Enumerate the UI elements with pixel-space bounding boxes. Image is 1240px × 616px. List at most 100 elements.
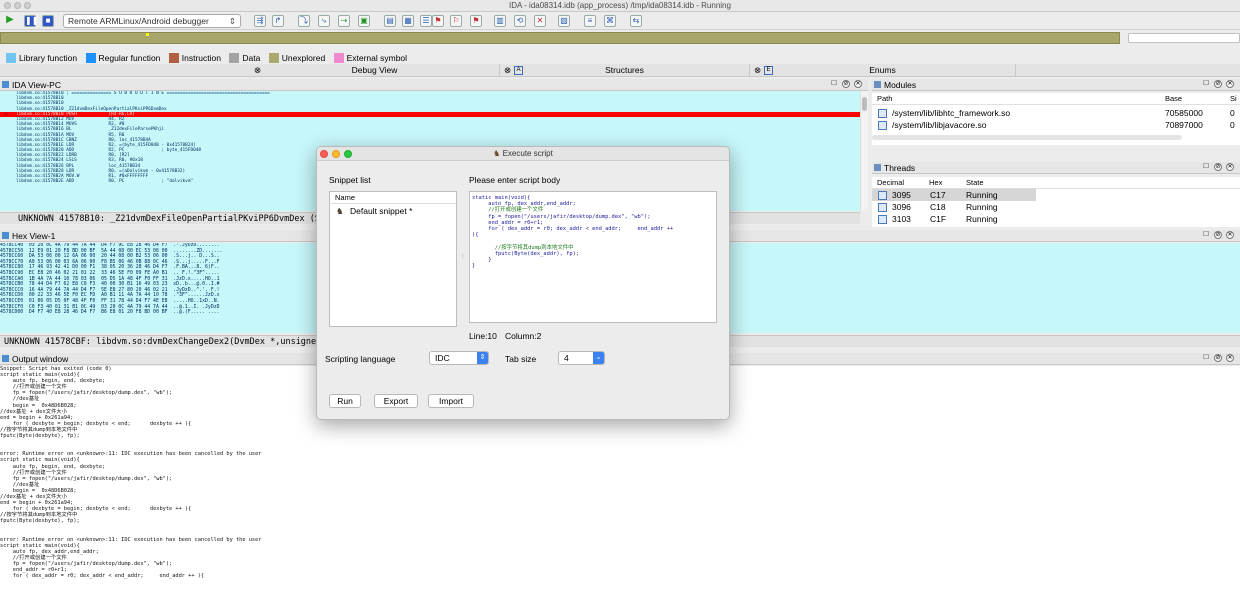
tab-close-icon[interactable]: ⊗ — [754, 64, 761, 77]
script-body-label: Please enter script body — [469, 175, 561, 185]
tab-close-icon[interactable]: ⊗ — [254, 64, 261, 77]
modules-hscrollbar[interactable] — [872, 135, 1182, 140]
close-panel-icon[interactable]: ✕ — [854, 80, 862, 88]
tab-size-value: 4 — [564, 353, 569, 363]
ida-icon: ♞ — [493, 149, 501, 158]
step-over-icon[interactable]: ⤷ — [318, 15, 330, 27]
thread-icon — [878, 215, 887, 224]
legend-swatch-library-function — [6, 53, 16, 63]
pause-process-icon[interactable]: ❚❚ — [24, 15, 38, 27]
tab-enums[interactable]: ⊗ E Enums — [750, 64, 1016, 77]
script-editor[interactable]: static main(void){ auto fp, dex_addr,end… — [469, 191, 717, 323]
splitter-handle[interactable]: ⁝ — [459, 253, 467, 260]
float-panel-icon[interactable]: ⊘ — [1214, 231, 1222, 239]
debugger-select[interactable]: Remote ARMLinux/Android debugger ⇕ — [63, 14, 241, 28]
column-header-hex[interactable]: Hex — [929, 177, 942, 189]
trace-instruction-icon[interactable]: ⚐ — [450, 15, 462, 27]
tab-size-label: Tab size — [505, 354, 537, 364]
legend-swatch-external-symbol — [333, 53, 344, 63]
debug-view-icon[interactable]: ▤ — [384, 15, 396, 27]
trace-function-icon[interactable]: ⚑ — [470, 15, 482, 27]
clear-trace-icon[interactable]: ✕ — [534, 15, 546, 27]
column-header-size[interactable]: Si — [1230, 93, 1237, 105]
main-toolbar: ▶ ❚❚ ■ Remote ARMLinux/Android debugger ⇕… — [0, 12, 1240, 30]
module-path: /system/lib/libhtc_framework.so — [892, 108, 1011, 118]
snippet-list[interactable]: Name ♞ Default snippet * — [329, 191, 457, 327]
run-to-cursor-icon[interactable]: ⇢ — [338, 15, 350, 27]
graph-icon[interactable]: ⌘ — [604, 15, 616, 27]
tab-size-select[interactable]: 4 ⌄ — [558, 351, 605, 365]
jump-icon[interactable]: ⇆ — [630, 15, 642, 27]
script-line[interactable]: } — [472, 263, 714, 269]
close-panel-icon[interactable]: ✕ — [1226, 231, 1234, 239]
chevron-down-icon: ⌄ — [593, 352, 604, 364]
modules-panel: Modules □ ⊘ ✕ — [872, 79, 1240, 91]
close-panel-icon[interactable]: ✕ — [1226, 163, 1234, 171]
export-button[interactable]: Export — [374, 394, 418, 408]
import-button[interactable]: Import — [428, 394, 474, 408]
start-process-icon[interactable]: ▶ — [4, 15, 16, 27]
threads-header-row: Decimal Hex State — [872, 177, 1240, 189]
float-panel-icon[interactable]: ⊘ — [1214, 80, 1222, 88]
snippet-column-header[interactable]: Name — [330, 192, 456, 204]
navigation-address-field[interactable] — [1128, 33, 1240, 43]
stack-trace-icon[interactable]: ⟲ — [514, 15, 526, 27]
dialog-zoom-button[interactable] — [344, 150, 352, 158]
table-row[interactable]: 3095 C17 Running — [872, 189, 1036, 201]
restore-panel-icon[interactable]: □ — [1202, 353, 1210, 362]
snippet-list-label: Snippet list — [329, 175, 371, 185]
attach-process-icon[interactable]: ⇶ — [254, 15, 266, 27]
table-row[interactable]: 3096 C18 Running — [872, 201, 1240, 213]
float-panel-icon[interactable]: ⊘ — [1214, 163, 1222, 171]
table-row[interactable]: /system/lib/libhtc_framework.so 70585000… — [872, 107, 1240, 119]
select-arrows-icon: ⇕ — [477, 352, 488, 364]
ida-scrollbar[interactable] — [860, 91, 868, 211]
column-header-state[interactable]: State — [966, 177, 984, 189]
tab-debug-view[interactable]: ⊗ Debug View — [250, 64, 500, 77]
step-out-icon[interactable]: ▣ — [358, 15, 370, 27]
cursor-line-label: Line:10 — [469, 331, 497, 341]
thread-decimal: 3103 — [892, 214, 911, 224]
window-title: IDA - ida08314.idb (app_process) /tmp/id… — [509, 1, 731, 10]
trace-window-icon[interactable]: ▥ — [494, 15, 506, 27]
dialog-minimize-button[interactable] — [332, 150, 340, 158]
legend-swatch-regular-function — [85, 53, 96, 63]
tab-close-icon[interactable]: ⊗ — [504, 64, 511, 77]
close-panel-icon[interactable]: ✕ — [1226, 354, 1234, 362]
thread-hex: C18 — [930, 202, 946, 212]
threads-title: Threads — [884, 163, 916, 173]
breakpoints-icon[interactable]: ▦ — [402, 15, 414, 27]
run-button[interactable]: Run — [329, 394, 361, 408]
restore-panel-icon[interactable]: □ — [1202, 230, 1210, 239]
thread-icon — [878, 191, 887, 200]
detach-process-icon[interactable]: ↱ — [272, 15, 284, 27]
segments-icon[interactable]: ▧ — [558, 15, 570, 27]
restore-panel-icon[interactable]: □ — [1202, 162, 1210, 171]
threads-icon[interactable]: ☰ — [420, 15, 432, 27]
breakpoint-icon[interactable] — [4, 111, 8, 116]
restore-panel-icon[interactable]: □ — [830, 79, 838, 88]
scrollbar-thumb[interactable] — [862, 97, 867, 111]
column-header-base[interactable]: Base — [1165, 93, 1182, 105]
float-panel-icon[interactable]: ⊘ — [1214, 354, 1222, 362]
tab-structures[interactable]: ⊗ A Structures — [500, 64, 750, 77]
scripting-language-select[interactable]: IDC ⇕ — [429, 351, 489, 365]
table-row[interactable]: /system/lib/libjavacore.so 70897000 0 — [872, 119, 1240, 131]
module-size: 0 — [1230, 120, 1235, 130]
modules-header: Modules □ ⊘ ✕ — [872, 79, 1240, 91]
step-into-icon[interactable]: ⤵ — [298, 15, 310, 27]
snippet-item-default[interactable]: ♞ Default snippet * — [330, 204, 456, 218]
list-icon[interactable]: ≡ — [584, 15, 596, 27]
float-panel-icon[interactable]: ⊘ — [842, 80, 850, 88]
table-row[interactable]: 3103 C1F Running — [872, 213, 1240, 225]
column-header-path[interactable]: Path — [877, 93, 892, 105]
navigation-band[interactable] — [0, 32, 1120, 44]
column-header-decimal[interactable]: Decimal — [877, 177, 904, 189]
dialog-close-button[interactable] — [320, 150, 328, 158]
restore-panel-icon[interactable]: □ — [1202, 79, 1210, 88]
close-panel-icon[interactable]: ✕ — [1226, 80, 1234, 88]
terminate-process-icon[interactable]: ■ — [42, 15, 54, 27]
cursor-column-label: Column:2 — [505, 331, 542, 341]
threads-table: Decimal Hex State 3095 C17 Running 3096 … — [872, 177, 1240, 227]
tracing-icon[interactable]: ⚑ — [432, 15, 444, 27]
